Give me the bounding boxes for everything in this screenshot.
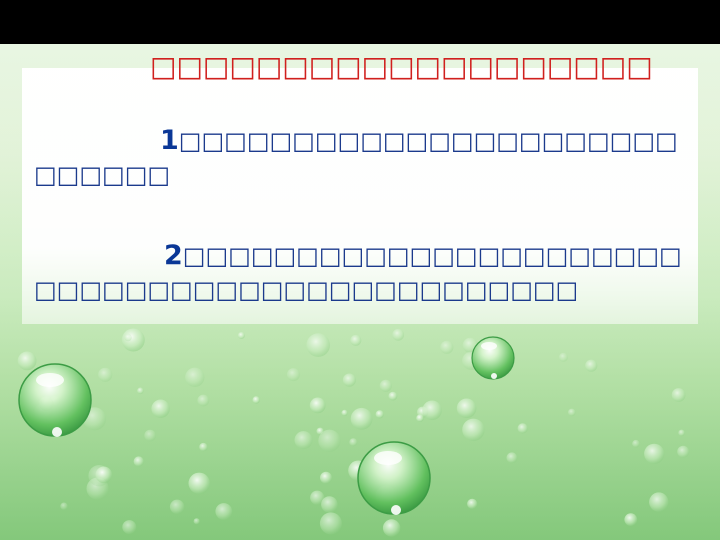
item-1-line-1: 1□□□□□□□□□□□□□□□□□□□□□□ <box>34 124 678 158</box>
item-2-text-2: □□□□□□□□□□□□□□□□□□□□□□□□ <box>34 276 579 304</box>
item-2-number: 2 <box>164 240 183 271</box>
slide: □□□□□□□□□□□□□□□□□□□ 1□□□□□□□□□□□□□□□□□□□… <box>0 0 720 540</box>
item-1-text-1: □□□□□□□□□□□□□□□□□□□□□□ <box>178 127 678 155</box>
item-2-line-1: 2□□□□□□□□□□□□□□□□□□□□□□ <box>34 239 682 273</box>
item-2-text-1: □□□□□□□□□□□□□□□□□□□□□□ <box>182 242 682 270</box>
text-layer: □□□□□□□□□□□□□□□□□□□ 1□□□□□□□□□□□□□□□□□□□… <box>0 0 720 540</box>
numbered-item-1: 1□□□□□□□□□□□□□□□□□□□□□□ □□□□□□ <box>34 124 678 192</box>
item-1-number: 1 <box>160 125 179 156</box>
numbered-item-2: 2□□□□□□□□□□□□□□□□□□□□□□ □□□□□□□□□□□□□□□□… <box>34 239 682 307</box>
slide-title: □□□□□□□□□□□□□□□□□□□ <box>150 50 653 83</box>
item-1-text-2: □□□□□□ <box>34 161 171 189</box>
